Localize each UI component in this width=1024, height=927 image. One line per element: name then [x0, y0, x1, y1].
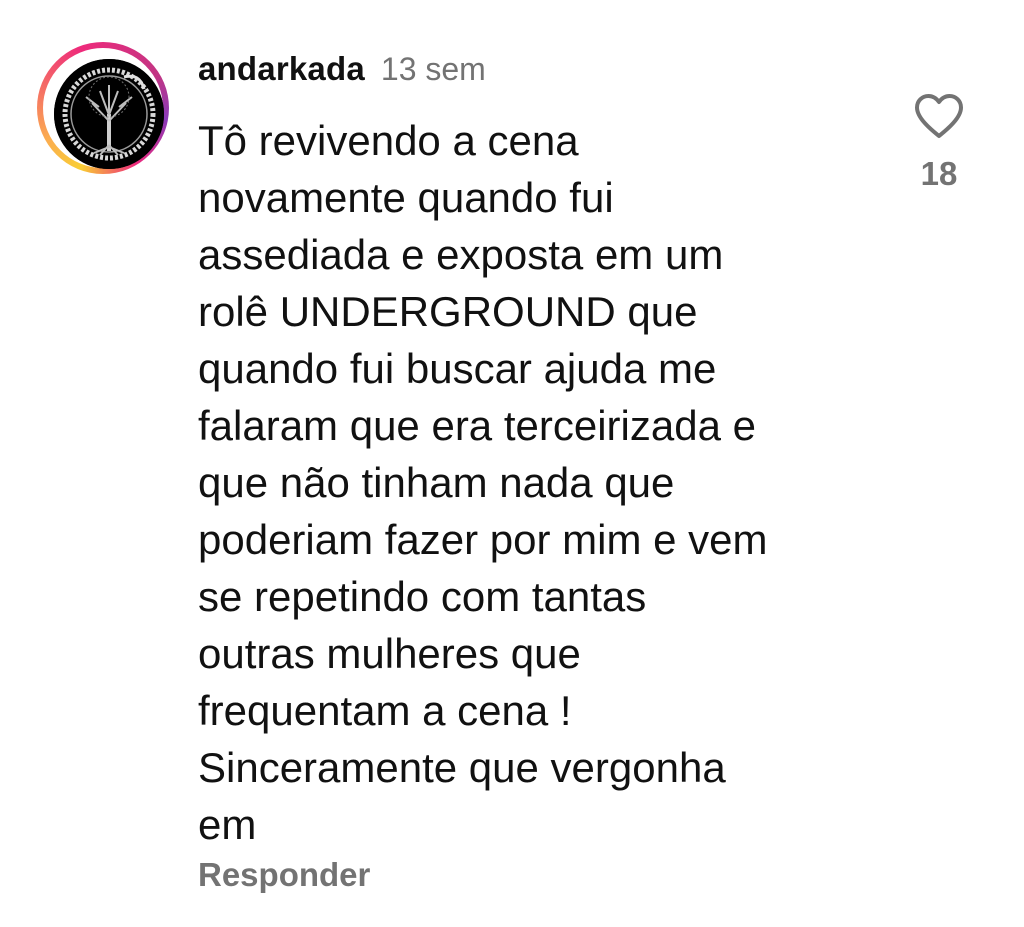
- comment-header: andarkada 13 sem: [198, 50, 486, 94]
- username[interactable]: andarkada: [198, 50, 365, 88]
- comment-line: frequentam a cena !: [198, 687, 572, 734]
- heart-outline-icon: [915, 94, 963, 138]
- comment-time[interactable]: 13 sem: [381, 51, 486, 88]
- comment-line: novamente quando fui: [198, 174, 614, 221]
- comment-line: Sinceramente que vergonha: [198, 744, 726, 791]
- comment-line: se repetindo com tantas: [198, 573, 647, 620]
- avatar-story-ring[interactable]: [37, 42, 169, 174]
- comment-line: outras mulheres que: [198, 630, 581, 677]
- comment-line: em: [198, 801, 257, 848]
- comment-line: falaram que era terceirizada e: [198, 402, 756, 449]
- avatar[interactable]: [54, 59, 164, 169]
- comment-line: Tô revivendo a cena: [198, 117, 579, 164]
- comment-line: assediada e exposta em um: [198, 231, 724, 278]
- comment: andarkada 13 sem Tô revivendo a cena nov…: [0, 0, 1024, 927]
- comment-text: Tô revivendo a cena novamente quando fui…: [198, 112, 898, 853]
- comment-line: quando fui buscar ajuda me: [198, 345, 717, 392]
- comment-line: poderiam fazer por mim e vem: [198, 516, 768, 563]
- comment-line: que não tinham nada que: [198, 459, 675, 506]
- comment-line: rolê UNDERGROUND que: [198, 288, 698, 335]
- reply-button[interactable]: Responder: [198, 856, 370, 894]
- tree-of-life-icon: [54, 59, 164, 169]
- like-button[interactable]: [913, 93, 965, 139]
- like-count: 18: [920, 155, 958, 192]
